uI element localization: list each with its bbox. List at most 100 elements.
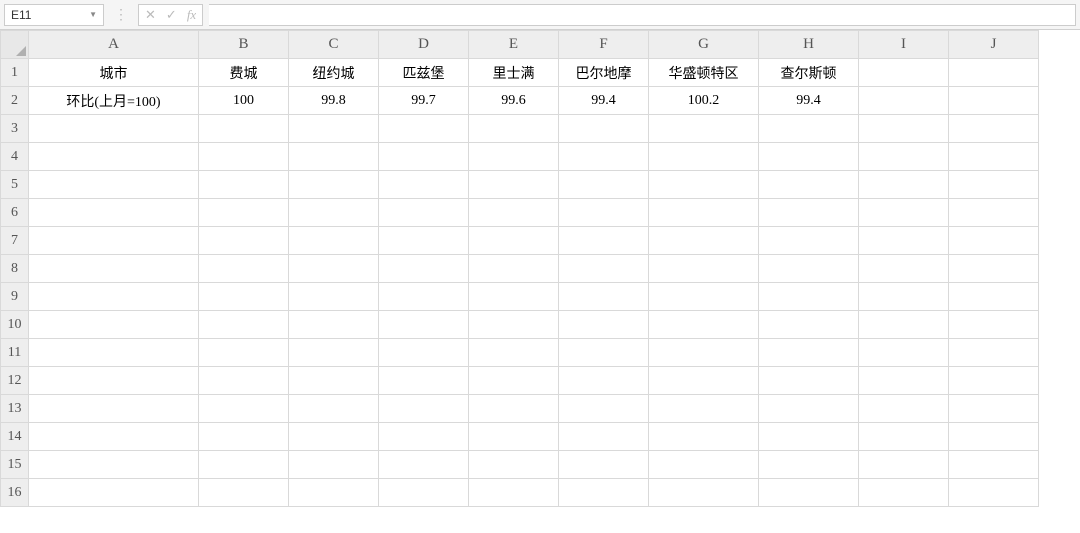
cell-J7[interactable]: [949, 227, 1039, 255]
cell-H3[interactable]: [759, 115, 859, 143]
cell-F12[interactable]: [559, 367, 649, 395]
cell-B3[interactable]: [199, 115, 289, 143]
cell-F16[interactable]: [559, 479, 649, 507]
cell-D10[interactable]: [379, 311, 469, 339]
cell-J11[interactable]: [949, 339, 1039, 367]
cell-H9[interactable]: [759, 283, 859, 311]
cell-E14[interactable]: [469, 423, 559, 451]
row-header-15[interactable]: 15: [1, 451, 29, 479]
cell-B2[interactable]: 100: [199, 87, 289, 115]
cell-F13[interactable]: [559, 395, 649, 423]
cell-F5[interactable]: [559, 171, 649, 199]
cell-G9[interactable]: [649, 283, 759, 311]
column-header-I[interactable]: I: [859, 31, 949, 59]
cell-C16[interactable]: [289, 479, 379, 507]
cell-A12[interactable]: [29, 367, 199, 395]
cell-I13[interactable]: [859, 395, 949, 423]
cell-H14[interactable]: [759, 423, 859, 451]
row-header-2[interactable]: 2: [1, 87, 29, 115]
cell-C5[interactable]: [289, 171, 379, 199]
cell-B16[interactable]: [199, 479, 289, 507]
cell-D1[interactable]: 匹兹堡: [379, 59, 469, 87]
cell-E3[interactable]: [469, 115, 559, 143]
cell-I4[interactable]: [859, 143, 949, 171]
cell-C14[interactable]: [289, 423, 379, 451]
cell-A6[interactable]: [29, 199, 199, 227]
cell-C15[interactable]: [289, 451, 379, 479]
cell-E1[interactable]: 里士满: [469, 59, 559, 87]
row-header-14[interactable]: 14: [1, 423, 29, 451]
cell-A13[interactable]: [29, 395, 199, 423]
column-header-F[interactable]: F: [559, 31, 649, 59]
cell-J16[interactable]: [949, 479, 1039, 507]
formula-input[interactable]: [209, 4, 1076, 26]
cell-E2[interactable]: 99.6: [469, 87, 559, 115]
cell-I5[interactable]: [859, 171, 949, 199]
row-header-7[interactable]: 7: [1, 227, 29, 255]
cell-G6[interactable]: [649, 199, 759, 227]
column-header-D[interactable]: D: [379, 31, 469, 59]
column-header-A[interactable]: A: [29, 31, 199, 59]
cell-F7[interactable]: [559, 227, 649, 255]
column-header-B[interactable]: B: [199, 31, 289, 59]
cell-I3[interactable]: [859, 115, 949, 143]
cell-H1[interactable]: 查尔斯顿: [759, 59, 859, 87]
cell-G8[interactable]: [649, 255, 759, 283]
cell-A4[interactable]: [29, 143, 199, 171]
cell-B15[interactable]: [199, 451, 289, 479]
cell-G12[interactable]: [649, 367, 759, 395]
cell-C10[interactable]: [289, 311, 379, 339]
row-header-16[interactable]: 16: [1, 479, 29, 507]
cell-J13[interactable]: [949, 395, 1039, 423]
cell-D3[interactable]: [379, 115, 469, 143]
cell-I7[interactable]: [859, 227, 949, 255]
row-header-13[interactable]: 13: [1, 395, 29, 423]
cell-J4[interactable]: [949, 143, 1039, 171]
cell-G15[interactable]: [649, 451, 759, 479]
cell-I12[interactable]: [859, 367, 949, 395]
cell-B8[interactable]: [199, 255, 289, 283]
cell-F11[interactable]: [559, 339, 649, 367]
select-all-corner[interactable]: [1, 31, 29, 59]
cell-B11[interactable]: [199, 339, 289, 367]
cell-D9[interactable]: [379, 283, 469, 311]
cell-G4[interactable]: [649, 143, 759, 171]
cell-D4[interactable]: [379, 143, 469, 171]
cell-B14[interactable]: [199, 423, 289, 451]
cell-D5[interactable]: [379, 171, 469, 199]
cell-E15[interactable]: [469, 451, 559, 479]
cell-B4[interactable]: [199, 143, 289, 171]
cell-G13[interactable]: [649, 395, 759, 423]
cell-G2[interactable]: 100.2: [649, 87, 759, 115]
cell-B7[interactable]: [199, 227, 289, 255]
cell-C13[interactable]: [289, 395, 379, 423]
cell-F14[interactable]: [559, 423, 649, 451]
cell-C11[interactable]: [289, 339, 379, 367]
cell-B1[interactable]: 费城: [199, 59, 289, 87]
cell-I11[interactable]: [859, 339, 949, 367]
cell-G1[interactable]: 华盛顿特区: [649, 59, 759, 87]
cell-H10[interactable]: [759, 311, 859, 339]
row-header-12[interactable]: 12: [1, 367, 29, 395]
cell-C2[interactable]: 99.8: [289, 87, 379, 115]
cell-A9[interactable]: [29, 283, 199, 311]
cell-A10[interactable]: [29, 311, 199, 339]
cell-J3[interactable]: [949, 115, 1039, 143]
cell-D14[interactable]: [379, 423, 469, 451]
cell-F15[interactable]: [559, 451, 649, 479]
cell-E8[interactable]: [469, 255, 559, 283]
cell-D15[interactable]: [379, 451, 469, 479]
cell-J9[interactable]: [949, 283, 1039, 311]
cell-H8[interactable]: [759, 255, 859, 283]
column-header-J[interactable]: J: [949, 31, 1039, 59]
cell-H13[interactable]: [759, 395, 859, 423]
spreadsheet-grid[interactable]: ABCDEFGHIJ1城市费城纽约城匹兹堡里士满巴尔地摩华盛顿特区查尔斯顿2环比…: [0, 30, 1080, 533]
cell-B12[interactable]: [199, 367, 289, 395]
row-header-8[interactable]: 8: [1, 255, 29, 283]
cell-A3[interactable]: [29, 115, 199, 143]
chevron-down-icon[interactable]: ▼: [89, 10, 97, 19]
cell-E13[interactable]: [469, 395, 559, 423]
cell-I1[interactable]: [859, 59, 949, 87]
cell-C6[interactable]: [289, 199, 379, 227]
cell-D12[interactable]: [379, 367, 469, 395]
